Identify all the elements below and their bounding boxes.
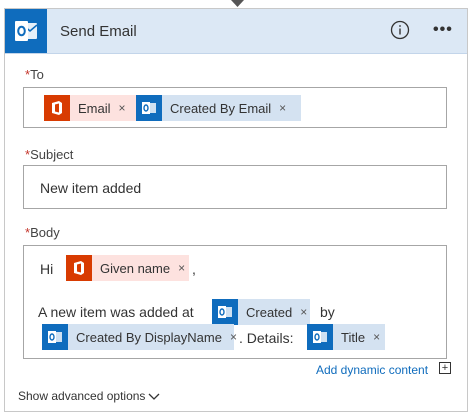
token-label: Email (78, 100, 111, 116)
token-label: Created By Email (170, 100, 272, 116)
add-dynamic-content-link[interactable]: Add dynamic content (316, 363, 428, 377)
body-field-label: *Body (25, 225, 60, 240)
token-label: Created (246, 304, 293, 320)
subject-value: New item added (40, 180, 142, 196)
to-field-label: *To (25, 67, 44, 82)
office-365-icon (44, 95, 70, 121)
token-created-by-displayname[interactable]: Created By DisplayName × (42, 324, 237, 350)
to-field[interactable]: Email × Created By Email × (23, 87, 447, 128)
action-header[interactable]: Send Email ••• (5, 9, 467, 54)
token-given-name[interactable]: Given name × (66, 255, 189, 281)
send-email-action-card: Send Email ••• *To Email × Created By Em… (4, 8, 468, 412)
remove-token-icon[interactable]: × (300, 305, 307, 319)
body-text-line2: A new item was added at (38, 304, 194, 320)
remove-token-icon[interactable]: × (230, 330, 237, 344)
body-text-comma: , (192, 261, 196, 277)
info-icon[interactable] (390, 20, 410, 40)
token-title[interactable]: Title × (307, 324, 385, 350)
subject-field[interactable]: New item added (23, 165, 447, 209)
body-text-details: . Details: (239, 330, 294, 346)
office-365-icon (66, 255, 92, 281)
body-text-by: by (320, 304, 335, 320)
body-text-hi: Hi (40, 261, 54, 277)
token-label: Created By DisplayName (76, 329, 222, 345)
token-created[interactable]: Created × (212, 299, 310, 325)
sharepoint-icon (136, 95, 162, 121)
subject-field-label: *Subject (25, 147, 74, 162)
token-label: Title (341, 329, 366, 345)
remove-token-icon[interactable]: × (119, 101, 126, 115)
sharepoint-icon (42, 324, 68, 350)
add-plus-icon[interactable]: + (439, 362, 451, 374)
body-field[interactable]: Hi Given name × , A new item was added a… (23, 245, 447, 359)
token-email[interactable]: Email × (44, 95, 148, 121)
more-options-icon[interactable]: ••• (433, 21, 453, 39)
outlook-icon (5, 9, 47, 53)
sharepoint-icon (307, 324, 333, 350)
remove-token-icon[interactable]: × (279, 101, 286, 115)
chevron-down-icon (148, 393, 160, 400)
show-advanced-options-toggle[interactable]: Show advanced options (18, 389, 160, 403)
flow-connector-arrow-icon (231, 0, 244, 7)
remove-token-icon[interactable]: × (178, 261, 185, 275)
token-created-by-email[interactable]: Created By Email × (136, 95, 301, 121)
remove-token-icon[interactable]: × (373, 330, 380, 344)
sharepoint-icon (212, 299, 238, 325)
show-advanced-options-label: Show advanced options (18, 389, 146, 403)
token-label: Given name (100, 260, 171, 276)
action-title: Send Email (60, 23, 137, 40)
